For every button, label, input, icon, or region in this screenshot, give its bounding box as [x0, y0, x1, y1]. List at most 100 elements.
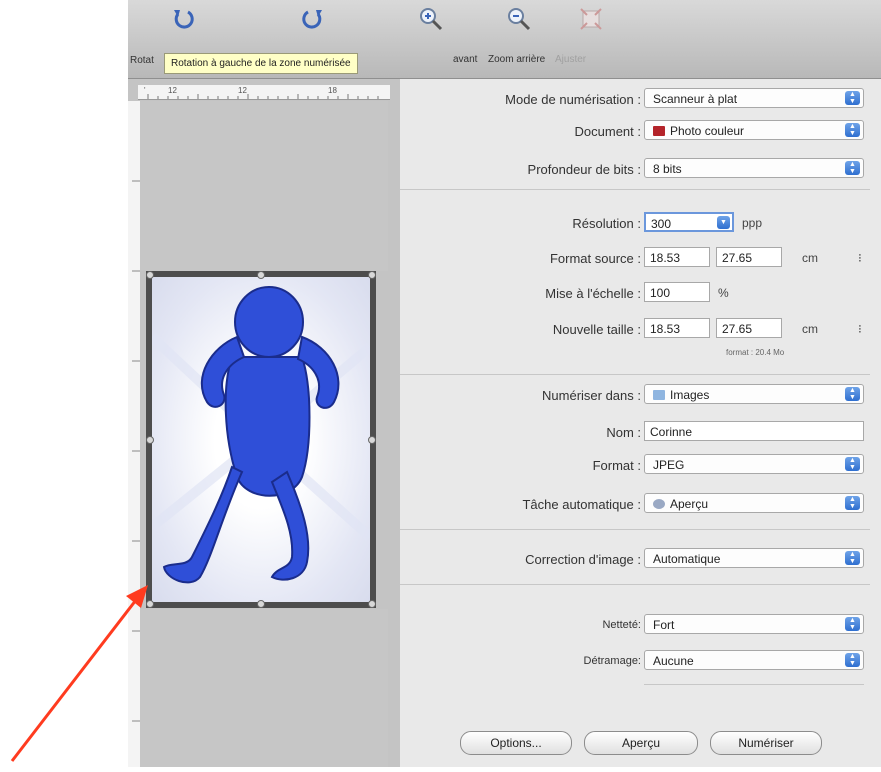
rotate-left-icon — [174, 10, 194, 29]
name-row: Nom : Corinne — [400, 421, 881, 445]
resolution-row: Résolution : 300 ▼ ppp — [400, 212, 881, 236]
resolution-value: 300 — [651, 217, 672, 231]
fit-icon — [580, 8, 602, 30]
zoom-in-icon — [420, 8, 443, 31]
resize-handle[interactable] — [368, 600, 376, 608]
preview-button[interactable]: Aperçu — [584, 731, 698, 755]
resize-handle[interactable] — [368, 271, 376, 279]
auto-task-label: Tâche automatique : — [522, 497, 641, 512]
source-size-row: Format source : 18.53 27.65 cm ⁝ — [400, 247, 881, 271]
resolution-unit: ppp — [742, 216, 763, 230]
scan-to-row: Numériser dans : Images ▲ ▼ — [400, 384, 881, 408]
fit-label: Ajuster — [555, 54, 587, 65]
separator — [400, 529, 870, 530]
separator — [400, 584, 870, 585]
link-dimensions-icon[interactable]: ⁝ — [858, 322, 862, 336]
vertical-ruler — [128, 101, 140, 767]
descreen-value: Aucune — [653, 654, 694, 668]
bit-depth-row: Profondeur de bits : 8 bits ▲ ▼ — [400, 158, 881, 182]
resize-handle[interactable] — [146, 436, 154, 444]
photo-icon — [653, 126, 665, 136]
source-height-field[interactable]: 27.65 — [716, 247, 782, 267]
toolbar: Rotat avant Zoom arrière Ajuster Rotatio… — [128, 0, 881, 79]
resize-handle[interactable] — [368, 436, 376, 444]
new-width-field[interactable]: 18.53 — [644, 318, 710, 338]
resize-handle[interactable] — [146, 271, 154, 279]
image-correction-popup[interactable]: Automatique ▲ ▼ — [644, 548, 864, 568]
vertical-ruler-ticks — [132, 180, 140, 722]
auto-task-popup[interactable]: Aperçu ▲ ▼ — [644, 493, 864, 513]
rotate-right-button[interactable] — [268, 6, 358, 38]
format-row: Format : JPEG ▲ ▼ — [400, 454, 881, 478]
blue-figure-image — [148, 286, 374, 584]
popup-arrows-icon: ▲ ▼ — [845, 653, 860, 667]
scan-bed-empty-bottom — [140, 609, 388, 767]
photo-preview — [148, 277, 374, 602]
descreen-popup[interactable]: Aucune ▲ ▼ — [644, 650, 864, 670]
popup-arrows-icon: ▲ ▼ — [845, 617, 860, 631]
popup-arrows-icon: ▲ ▼ — [845, 551, 860, 565]
fit-button[interactable] — [546, 6, 636, 38]
horizontal-ruler: ' 12 12 18 — [138, 85, 390, 100]
popup-arrows-icon: ▲ ▼ — [845, 387, 860, 401]
scan-mode-popup[interactable]: Scanneur à plat ▲ ▼ — [644, 88, 864, 108]
tooltip: Rotation à gauche de la zone numérisée — [164, 53, 358, 74]
bit-depth-popup[interactable]: 8 bits ▲ ▼ — [644, 158, 864, 178]
bit-depth-value: 8 bits — [653, 162, 682, 176]
zoom-out-icon — [508, 8, 531, 31]
preview-app-icon — [653, 499, 665, 509]
resize-handle[interactable] — [257, 271, 265, 279]
scan-to-popup[interactable]: Images ▲ ▼ — [644, 384, 864, 404]
name-field[interactable]: Corinne — [644, 421, 864, 441]
dropdown-arrow-icon: ▼ — [717, 216, 730, 229]
scan-bed-empty-top — [140, 101, 388, 271]
document-popup[interactable]: Photo couleur ▲ ▼ — [644, 120, 864, 140]
new-size-label: Nouvelle taille : — [552, 322, 641, 337]
document-value: Photo couleur — [670, 124, 745, 138]
partial-control-edge — [644, 684, 864, 685]
scanned-photo-selection[interactable] — [146, 271, 376, 608]
new-height-field[interactable]: 27.65 — [716, 318, 782, 338]
format-popup[interactable]: JPEG ▲ ▼ — [644, 454, 864, 474]
auto-task-value: Aperçu — [670, 497, 709, 511]
separator — [400, 374, 870, 375]
sharpness-label: Netteté: — [602, 619, 641, 631]
arrow-shaft — [10, 599, 138, 762]
source-size-label: Format source : — [549, 251, 641, 266]
format-value: JPEG — [653, 458, 685, 472]
scale-label: Mise à l'échelle : — [545, 286, 641, 301]
sharpness-popup[interactable]: Fort ▲ ▼ — [644, 614, 864, 634]
scale-unit: % — [718, 286, 729, 300]
rotate-right-icon — [302, 10, 322, 29]
popup-arrows-icon: ▲ ▼ — [845, 457, 860, 471]
options-button[interactable]: Options... — [460, 731, 572, 755]
format-label: Format : — [592, 458, 641, 473]
popup-arrows-icon: ▲ ▼ — [845, 496, 860, 510]
resolution-label: Résolution : — [572, 216, 641, 231]
new-size-unit: cm — [802, 322, 818, 336]
image-correction-row: Correction d'image : Automatique ▲ ▼ — [400, 548, 881, 572]
auto-task-row: Tâche automatique : Aperçu ▲ ▼ — [400, 493, 881, 517]
scan-to-value: Images — [670, 388, 710, 402]
zoom-out-label: Zoom arrière — [488, 54, 546, 65]
bit-depth-label: Profondeur de bits : — [527, 162, 641, 177]
resize-handle[interactable] — [146, 600, 154, 608]
preview-area: ' 12 12 18 — [128, 79, 400, 767]
folder-icon — [653, 390, 665, 400]
image-correction-value: Automatique — [653, 552, 721, 566]
scale-field[interactable]: 100 — [644, 282, 710, 302]
scan-button[interactable]: Numériser — [710, 731, 822, 755]
scanner-window: Rotat avant Zoom arrière Ajuster Rotatio… — [128, 0, 881, 767]
rotate-left-button[interactable] — [138, 6, 228, 38]
link-dimensions-icon[interactable]: ⁝ — [858, 251, 862, 265]
popup-arrows-icon: ▲ ▼ — [845, 161, 860, 175]
image-correction-label: Correction d'image : — [525, 552, 641, 567]
scale-row: Mise à l'échelle : 100 % — [400, 282, 881, 306]
zoom-in-button[interactable] — [386, 6, 476, 38]
resize-handle[interactable] — [257, 600, 265, 608]
sharpness-value: Fort — [653, 618, 675, 632]
resolution-combo[interactable]: 300 ▼ — [644, 212, 734, 232]
source-width-field[interactable]: 18.53 — [644, 247, 710, 267]
new-size-row: Nouvelle taille : 18.53 27.65 cm ⁝ — [400, 318, 881, 342]
document-label: Document : — [574, 124, 641, 139]
